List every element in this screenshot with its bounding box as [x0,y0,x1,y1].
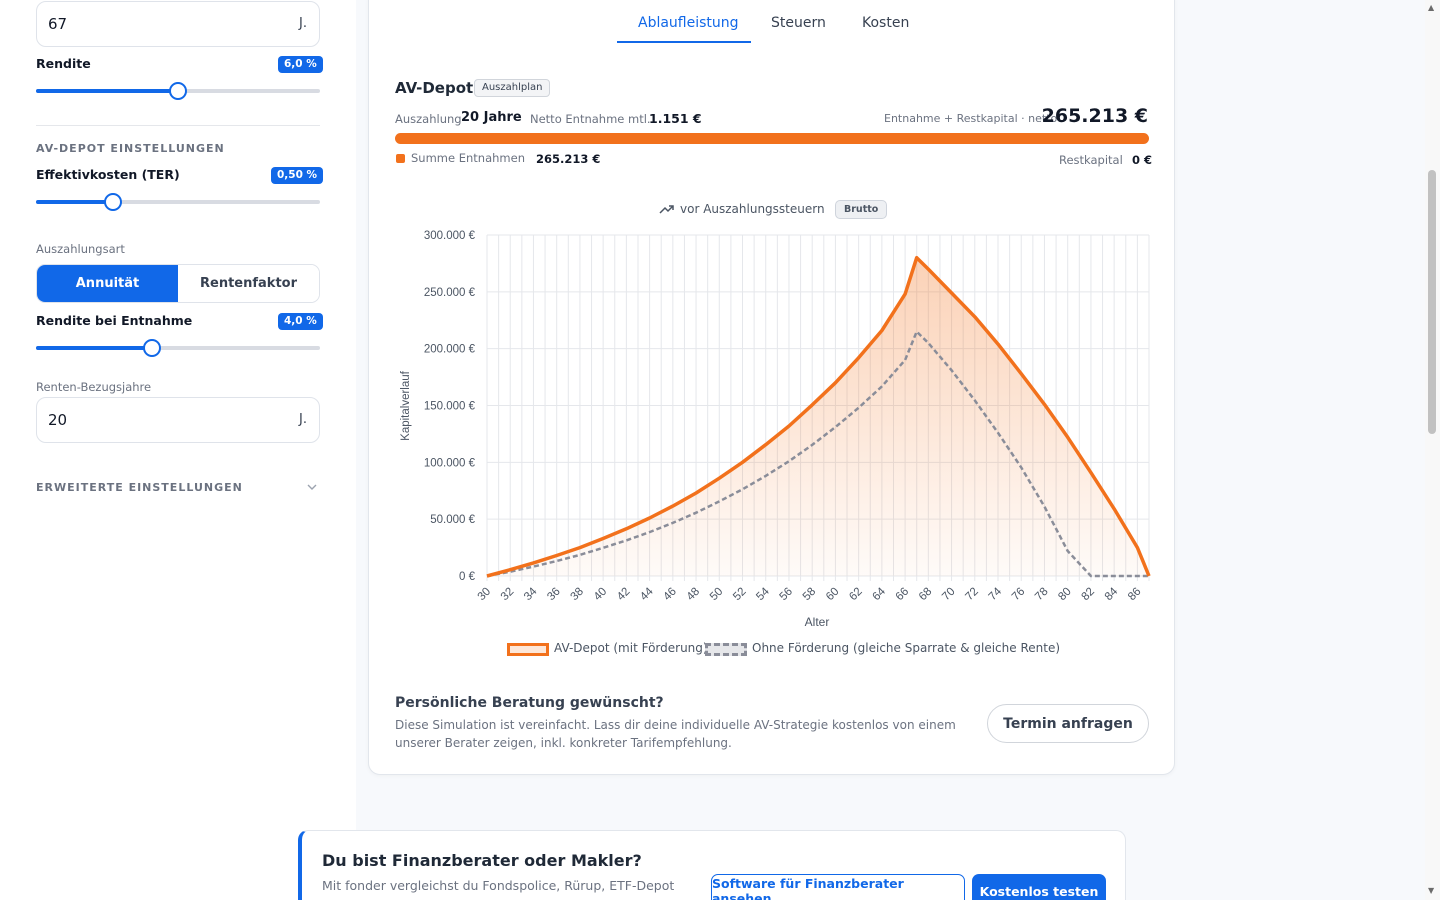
x-tick-label: 34 [522,585,540,603]
bezugsjahre-unit: J. [299,412,307,427]
erweiterte-einstellungen-label: ERWEITERTE EINSTELLUNGEN [36,481,243,494]
x-tick-label: 58 [801,586,819,604]
x-tick-label: 50 [708,586,726,604]
x-tick-label: 32 [499,586,517,604]
age-input[interactable]: 67 J. [36,1,320,47]
x-tick-label: 78 [1033,586,1051,604]
ter-slider-fill [36,200,113,204]
scroll-down-icon[interactable]: ▼ [1428,886,1434,895]
y-tick-label: 200.000 € [424,344,476,356]
rendite-entnahme-badge: 4,0 % [278,313,323,330]
scroll-up-icon[interactable]: ▲ [1428,3,1434,12]
bezugsjahre-label: Renten-Bezugsjahre [36,380,152,394]
beratung-title: Persönliche Beratung gewünscht? [395,695,664,711]
rendite-entnahme-label: Rendite bei Entnahme [36,313,193,328]
banner-title: Du bist Finanzberater oder Makler? [322,851,642,870]
annuitaet-option[interactable]: Annuität [37,265,178,302]
x-axis-title: Alter [805,615,830,629]
x-tick-label: 30 [476,586,494,604]
x-tick-label: 64 [870,585,888,603]
x-tick-label: 66 [894,586,912,604]
x-tick-label: 48 [685,586,703,604]
x-tick-label: 70 [940,586,958,604]
age-value: 67 [48,15,68,33]
erweiterte-einstellungen-toggle[interactable]: ERWEITERTE EINSTELLUNGEN [36,478,320,498]
y-axis-title: Kapitalverlauf [400,370,412,440]
banner-text: Mit fonder vergleichst du Fondspolice, R… [322,878,675,893]
auszahlungsart-label: Auszahlungsart [36,242,125,256]
rendite-slider[interactable] [36,82,320,100]
ter-slider-thumb[interactable] [103,193,122,211]
rendite-slider-fill [36,89,178,93]
x-tick-label: 74 [987,585,1005,603]
x-tick-label: 36 [545,586,563,604]
x-tick-label: 54 [754,585,772,603]
x-tick-label: 68 [917,586,935,604]
legend-label-av-depot: AV-Depot (mit Förderung) [554,641,708,655]
legend-swatch-av-depot [507,643,549,656]
x-tick-label: 46 [661,586,679,604]
ter-badge: 0,50 % [271,167,324,184]
y-tick-label: 150.000 € [424,401,476,413]
age-unit: J. [299,16,307,31]
ter-label: Effektivkosten (TER) [36,167,180,182]
x-tick-label: 40 [592,586,610,604]
settings-panel: 67 J. Rendite 6,0 % AV-DEPOT EINSTELLUNG… [0,0,356,900]
ter-slider[interactable] [36,193,320,211]
rendite-badge: 6,0 % [278,56,323,73]
y-tick-label: 0 € [459,571,476,583]
advisor-banner: Du bist Finanzberater oder Makler? Mit f… [298,830,1126,900]
x-tick-label: 84 [1103,585,1121,603]
auszahlungsart-toggle: Annuität Rentenfaktor [36,264,320,303]
x-tick-label: 82 [1080,586,1098,604]
section-av-depot: AV-DEPOT EINSTELLUNGEN [36,142,225,155]
kostenlos-testen-button[interactable]: Kostenlos testen [972,874,1106,900]
x-tick-label: 44 [638,585,656,603]
y-tick-label: 100.000 € [424,457,476,469]
x-tick-label: 52 [731,586,749,604]
y-tick-label: 250.000 € [424,287,476,299]
chevron-down-icon [307,484,317,490]
software-ansehen-button[interactable]: Software für Finanzberater ansehen [711,874,965,900]
bezugsjahre-input[interactable]: 20 J. [36,397,320,443]
rendite-label: Rendite [36,56,91,71]
scrollbar-thumb[interactable] [1428,170,1436,434]
x-tick-label: 42 [615,586,633,604]
capital-chart: 0 € 50.000 € 100.000 € 150.000 € 200.000 € 25… [400,230,1151,629]
x-tick-label: 80 [1056,586,1074,604]
beratung-text: Diese Simulation ist vereinfacht. Lass d… [395,718,956,750]
x-tick-label: 72 [963,586,981,604]
bezugsjahre-value: 20 [48,411,68,429]
legend-label-ohne-foerderung: Ohne Förderung (gleiche Sparrate & gleic… [752,641,1061,655]
rendite-entnahme-slider[interactable] [36,339,320,357]
rentenfaktor-option[interactable]: Rentenfaktor [178,265,319,302]
x-tick-label: 86 [1126,586,1144,604]
x-tick-label: 62 [847,586,865,604]
divider [36,125,320,126]
y-tick-label: 50.000 € [430,514,475,526]
result-card: Ablaufleistung Steuern Kosten AV-Depot A… [368,0,1175,775]
av-depot-area [487,257,1149,576]
x-tick-label: 38 [568,586,586,604]
y-tick-label: 300.000 € [424,230,476,242]
rendite-entnahme-slider-thumb[interactable] [143,339,162,357]
x-tick-label: 56 [778,586,796,604]
page-scrollbar[interactable]: ▲ ▼ [1425,0,1440,900]
rendite-slider-thumb[interactable] [169,82,187,100]
termin-anfragen-button[interactable]: Termin anfragen [987,704,1149,743]
legend-swatch-ohne-foerderung [705,643,747,656]
x-tick-label: 76 [1010,586,1028,604]
rendite-entnahme-slider-fill [36,346,153,350]
x-tick-label: 60 [824,586,842,604]
